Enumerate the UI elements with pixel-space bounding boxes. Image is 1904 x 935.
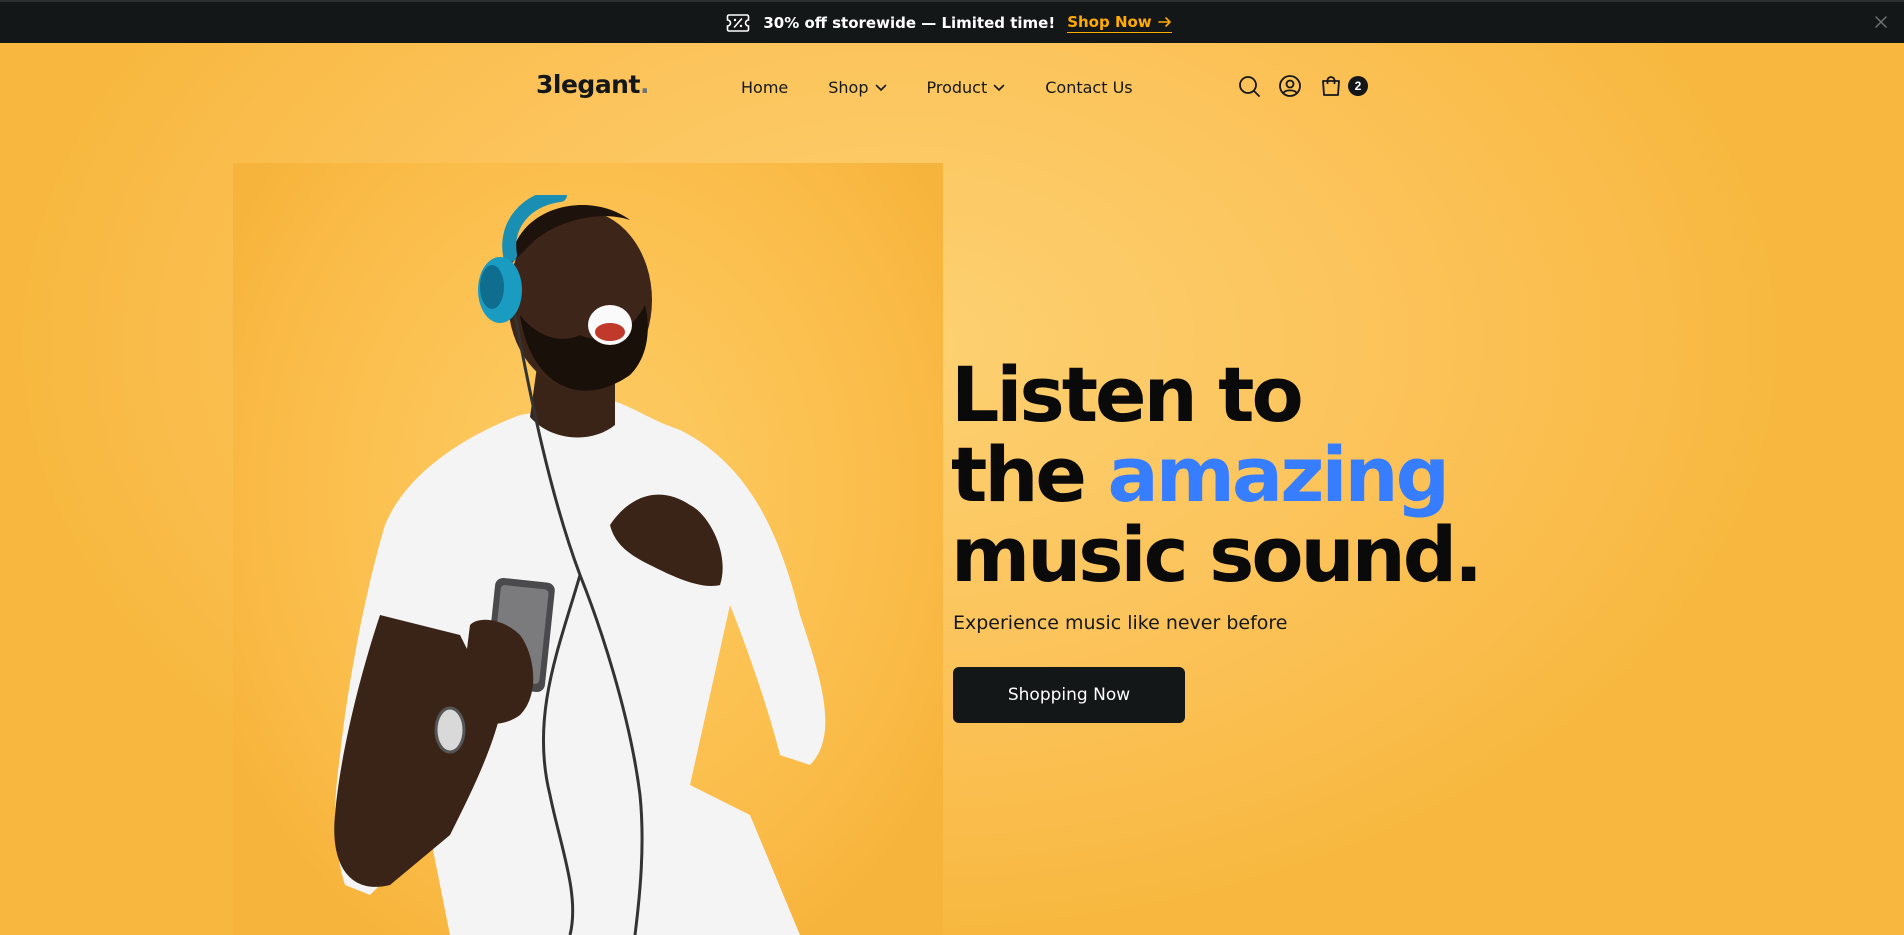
ticket-percent-icon [727, 13, 750, 32]
navbar: 3legant. Home Shop Product Contact Us 2 [0, 43, 1904, 131]
menu-label: Shop [828, 78, 869, 97]
user-icon[interactable] [1278, 74, 1302, 98]
menu-label: Contact Us [1045, 78, 1133, 97]
wristwatch [434, 706, 466, 754]
menu-label: Product [926, 78, 988, 97]
menu-item-shop[interactable]: Shop [828, 78, 886, 97]
shopping-bag-icon [1322, 76, 1340, 96]
nav-icons: 2 [1237, 74, 1368, 98]
headline-line-1: Listen to [951, 350, 1304, 439]
cart-button[interactable]: 2 [1319, 74, 1368, 98]
hero-headline: Listen to the amazing music sound. [951, 355, 1483, 595]
chevron-down-icon [993, 84, 1005, 91]
logo[interactable]: 3legant. [536, 70, 649, 99]
menu-item-product[interactable]: Product [927, 78, 1006, 97]
tongue [595, 323, 625, 341]
menu-item-home[interactable]: Home [741, 78, 788, 97]
headline-highlight: amazing [1107, 430, 1450, 519]
headline-line-2a: the [951, 430, 1087, 519]
arrow-right-icon [1157, 16, 1171, 27]
headphone-cup-inner [480, 265, 504, 309]
cart-count-badge: 2 [1348, 76, 1368, 96]
headline-line-3: music sound. [951, 510, 1483, 599]
promo-shop-now-link[interactable]: Shop Now [1067, 12, 1172, 33]
search-icon[interactable] [1237, 74, 1261, 98]
close-icon[interactable] [1872, 13, 1890, 31]
logo-text: 3legant [536, 70, 640, 99]
chevron-down-icon [875, 84, 886, 91]
hero-image [334, 195, 826, 935]
shopping-now-button[interactable]: Shopping Now [953, 667, 1185, 723]
promo-text: 30% off storewide — Limited time! [763, 13, 1056, 32]
promo-link-label: Shop Now [1067, 12, 1152, 31]
logo-dot: . [639, 70, 650, 99]
hero-subtitle: Experience music like never before [953, 612, 1288, 634]
promo-bar: 30% off storewide — Limited time! Shop N… [0, 0, 1904, 43]
menu-item-contact-us[interactable]: Contact Us [1045, 78, 1132, 97]
menu-label: Home [741, 78, 789, 97]
main-menu: Home Shop Product Contact Us [741, 78, 1133, 97]
